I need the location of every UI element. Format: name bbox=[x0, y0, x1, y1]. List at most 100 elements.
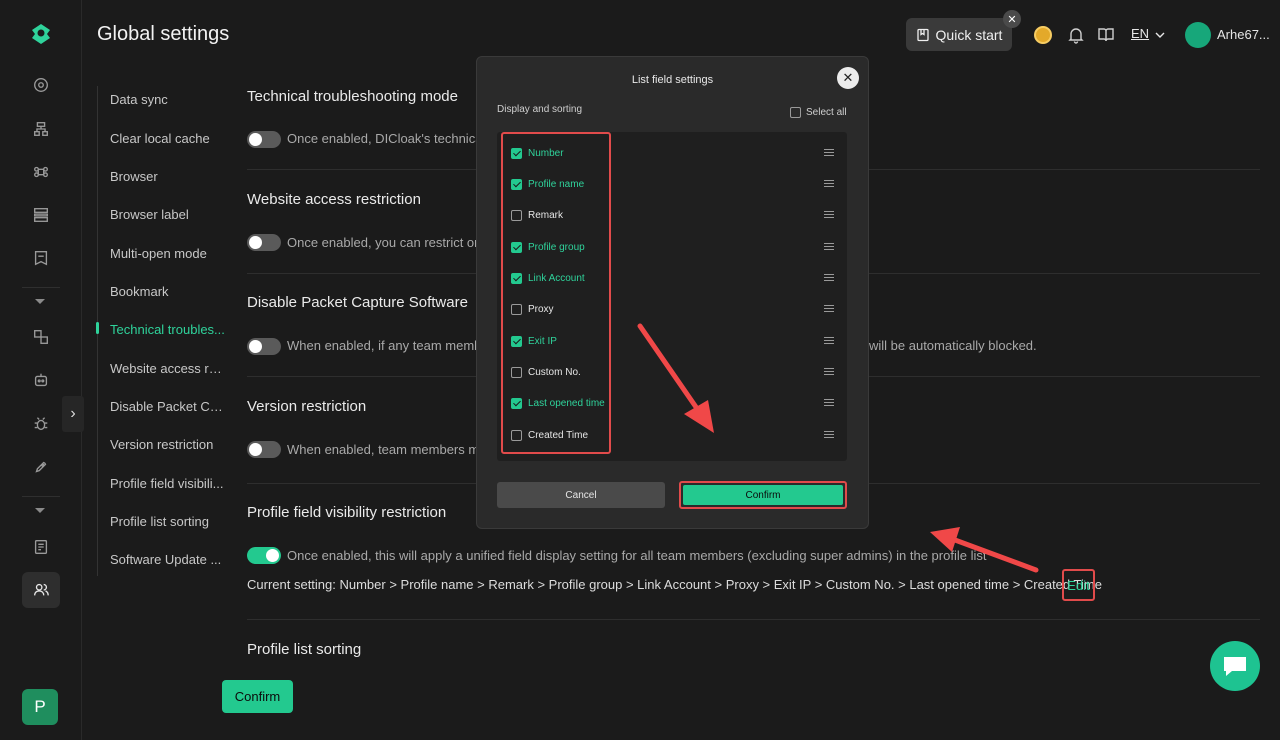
drag-handle-icon[interactable] bbox=[824, 337, 834, 344]
edit-label: Edit bbox=[1067, 577, 1090, 593]
field-row-link-account[interactable]: Link Account bbox=[511, 271, 585, 285]
section-desc: Once enabled, DICloak's technical bbox=[287, 131, 486, 146]
checkbox-checked-icon bbox=[511, 241, 522, 253]
field-row-profile-group[interactable]: Profile group bbox=[511, 240, 585, 254]
section-title: Technical troubleshooting mode bbox=[247, 88, 458, 105]
profile-field-visibility-toggle[interactable] bbox=[247, 547, 281, 564]
field-row-remark[interactable]: Remark bbox=[511, 208, 563, 222]
extension-icon[interactable] bbox=[31, 248, 51, 268]
section-title: Version restriction bbox=[247, 398, 367, 415]
section-desc: Once enabled, this will apply a unified … bbox=[287, 548, 987, 563]
close-quick-start-icon[interactable]: ✕ bbox=[1003, 10, 1021, 28]
field-row-profile-name[interactable]: Profile name bbox=[511, 177, 584, 191]
field-label: Number bbox=[528, 147, 564, 159]
field-row-custom-no[interactable]: Custom No. bbox=[511, 365, 581, 379]
chevron-right-icon: › bbox=[70, 405, 76, 422]
field-label: Proxy bbox=[528, 303, 554, 315]
field-row-number[interactable]: Number bbox=[511, 146, 564, 160]
nav-item-data-sync[interactable]: Data sync bbox=[110, 92, 226, 107]
sync-windows-icon[interactable] bbox=[31, 327, 51, 347]
group-tree-icon[interactable] bbox=[31, 119, 51, 139]
rail-divider bbox=[22, 287, 60, 288]
field-row-last-opened-time[interactable]: Last opened time bbox=[511, 396, 605, 410]
website-access-toggle[interactable] bbox=[247, 234, 281, 251]
app-logo-icon[interactable] bbox=[29, 22, 53, 46]
collapse-caret-icon[interactable] bbox=[35, 299, 45, 304]
list-field-settings-modal: List field settings ✕ Display and sortin… bbox=[476, 56, 869, 529]
workspace-avatar[interactable]: P bbox=[22, 689, 58, 725]
drag-handle-icon[interactable] bbox=[824, 274, 834, 281]
language-selector[interactable]: EN bbox=[1131, 26, 1149, 41]
field-row-proxy[interactable]: Proxy bbox=[511, 302, 554, 316]
cancel-button[interactable]: Cancel bbox=[497, 482, 665, 508]
nav-item-website-access[interactable]: Website access re... bbox=[110, 361, 226, 376]
nav-item-version-restriction[interactable]: Version restriction bbox=[110, 437, 226, 452]
drag-handle-icon[interactable] bbox=[824, 368, 834, 375]
settings-nav: Data sync Clear local cache Browser Brow… bbox=[96, 86, 227, 576]
nav-item-packet-capture[interactable]: Disable Packet Ca... bbox=[110, 399, 226, 414]
nav-item-browser[interactable]: Browser bbox=[110, 169, 226, 184]
confirm-button[interactable]: Confirm bbox=[222, 680, 293, 713]
quick-start-label: Quick start bbox=[935, 26, 1003, 43]
nav-item-multi-open[interactable]: Multi-open mode bbox=[110, 246, 226, 261]
bell-icon[interactable] bbox=[1067, 26, 1085, 44]
drag-handle-icon[interactable] bbox=[824, 211, 834, 218]
nav-item-software-update[interactable]: Software Update ... bbox=[110, 552, 226, 567]
technical-mode-toggle[interactable] bbox=[247, 131, 281, 148]
nav-item-profile-field-visibility[interactable]: Profile field visibili... bbox=[110, 476, 226, 491]
icon-rail: P › bbox=[0, 0, 84, 740]
drag-handle-icon[interactable] bbox=[824, 305, 834, 312]
drag-handle-icon[interactable] bbox=[824, 431, 834, 438]
select-all-checkbox[interactable]: Select all bbox=[790, 107, 847, 118]
modal-confirm-button[interactable]: Confirm bbox=[679, 481, 847, 509]
drag-handle-icon[interactable] bbox=[824, 399, 834, 406]
expand-nav-button[interactable]: › bbox=[62, 396, 84, 432]
chat-icon bbox=[1224, 657, 1246, 676]
version-restriction-toggle[interactable] bbox=[247, 441, 281, 458]
nav-item-technical-troubleshooting[interactable]: Technical troubles... bbox=[110, 322, 226, 337]
user-avatar[interactable] bbox=[1185, 22, 1211, 48]
field-label: Remark bbox=[528, 209, 564, 221]
close-icon[interactable]: ✕ bbox=[837, 67, 859, 89]
checkbox-icon bbox=[511, 303, 522, 315]
support-chat-button[interactable] bbox=[1210, 641, 1260, 691]
edit-link[interactable]: Edit bbox=[1062, 569, 1095, 601]
log-icon[interactable] bbox=[31, 537, 51, 557]
coin-icon[interactable] bbox=[1034, 26, 1052, 44]
command-icon[interactable] bbox=[31, 162, 51, 182]
docs-book-icon[interactable] bbox=[1097, 26, 1115, 44]
nav-item-bookmark[interactable]: Bookmark bbox=[110, 284, 226, 299]
bug-icon[interactable] bbox=[31, 414, 51, 434]
chevron-down-icon[interactable] bbox=[1155, 30, 1165, 40]
packet-capture-toggle[interactable] bbox=[247, 338, 281, 355]
rocket-icon[interactable] bbox=[31, 457, 51, 477]
drag-handle-icon[interactable] bbox=[824, 243, 834, 250]
collapse-caret-icon[interactable] bbox=[35, 508, 45, 513]
nav-item-browser-label[interactable]: Browser label bbox=[110, 207, 226, 222]
checkbox-checked-icon bbox=[511, 147, 522, 159]
browser-icon[interactable] bbox=[31, 75, 51, 95]
robot-icon[interactable] bbox=[31, 370, 51, 390]
checkbox-icon bbox=[511, 366, 522, 378]
nav-item-profile-list-sorting[interactable]: Profile list sorting bbox=[110, 514, 226, 529]
team-members-icon[interactable] bbox=[31, 580, 51, 600]
current-setting-text: Current setting: Number > Profile name >… bbox=[247, 577, 1102, 592]
checkbox-icon bbox=[511, 209, 522, 221]
nav-item-clear-cache[interactable]: Clear local cache bbox=[110, 131, 226, 146]
section-title: Website access restriction bbox=[247, 191, 421, 208]
section-desc-tail: will be automatically blocked. bbox=[869, 338, 1037, 353]
drag-handle-icon[interactable] bbox=[824, 149, 834, 156]
field-row-created-time[interactable]: Created Time bbox=[511, 428, 588, 442]
quick-start-button[interactable]: Quick start bbox=[906, 18, 1012, 51]
section-desc: When enabled, team members mu bbox=[287, 442, 487, 457]
drag-handle-icon[interactable] bbox=[824, 180, 834, 187]
field-label: Profile name bbox=[528, 178, 585, 190]
section-desc: Once enabled, you can restrict or p bbox=[287, 235, 490, 250]
field-row-exit-ip[interactable]: Exit IP bbox=[511, 334, 557, 348]
list-layout-icon[interactable] bbox=[31, 205, 51, 225]
divider bbox=[247, 619, 1260, 620]
field-label: Link Account bbox=[528, 272, 585, 284]
user-name[interactable]: Arhe67... bbox=[1217, 27, 1270, 42]
section-desc: When enabled, if any team membe bbox=[287, 338, 489, 353]
field-label: Custom No. bbox=[528, 366, 581, 378]
